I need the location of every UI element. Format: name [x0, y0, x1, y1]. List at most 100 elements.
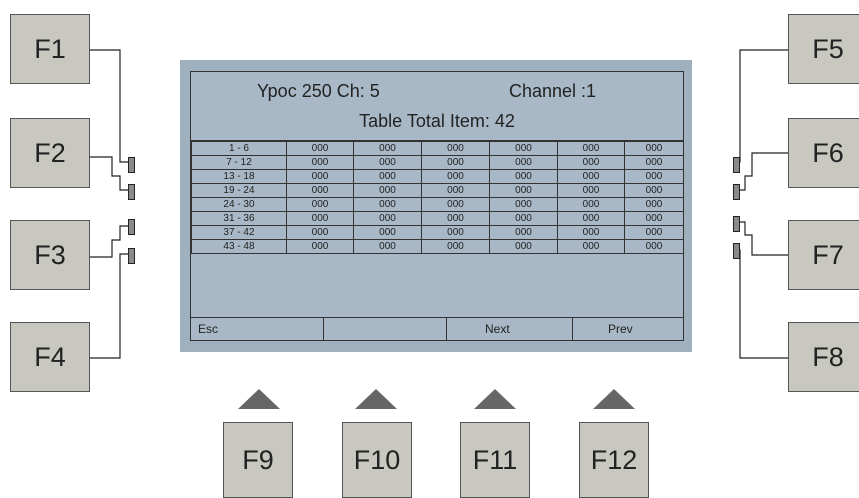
menu-prev[interactable]: Prev: [573, 318, 683, 340]
table-row: 1 - 6 000 000 000 000 000 000: [191, 140, 684, 156]
table-cell: 000: [624, 183, 684, 198]
channel-label: Channel :1: [509, 81, 597, 101]
connector-pin-f1: [128, 157, 135, 173]
connector-pin-f5: [733, 157, 740, 173]
wire-f8: [735, 249, 788, 359]
table-cell: 000: [286, 183, 354, 198]
lcd-screen-bezel: Ypoc 250 Ch: 5 Channel :1 Table Total It…: [180, 60, 692, 352]
table-cell: 000: [489, 239, 558, 254]
table-cell: 000: [421, 140, 490, 156]
table-cell: 000: [557, 169, 625, 184]
table-cell: 000: [421, 183, 490, 198]
menu-blank[interactable]: [324, 318, 447, 340]
table-cell: 000: [557, 225, 625, 240]
row-range-label: 31 - 36: [191, 211, 287, 226]
table-cell: 000: [421, 169, 490, 184]
table-cell: 000: [353, 211, 422, 226]
table-cell: 000: [489, 225, 558, 240]
table-cell: 000: [353, 197, 422, 212]
f1-key[interactable]: F1: [10, 14, 90, 84]
f2-key[interactable]: F2: [10, 118, 90, 188]
model-channel-label: Ypoc 250 Ch: 5: [257, 81, 380, 101]
table-cell: 000: [286, 169, 354, 184]
table-cell: 000: [624, 140, 684, 156]
f4-key[interactable]: F4: [10, 322, 90, 392]
table-cell: 000: [489, 155, 558, 170]
row-range-label: 7 - 12: [191, 155, 287, 170]
table-cell: 000: [557, 183, 625, 198]
table-cell: 000: [557, 140, 625, 156]
data-table: 1 - 6 000 000 000 000 000 000 7 - 12 000…: [191, 140, 684, 254]
f5-key[interactable]: F5: [788, 14, 859, 84]
table-cell: 000: [353, 140, 422, 156]
table-cell: 000: [489, 169, 558, 184]
f12-key[interactable]: F12: [579, 422, 649, 498]
table-cell: 000: [421, 211, 490, 226]
connector-pin-f8: [733, 243, 740, 259]
table-cell: 000: [286, 225, 354, 240]
table-cell: 000: [624, 239, 684, 254]
row-range-label: 37 - 42: [191, 225, 287, 240]
softkey-menu-bar: Esc Next Prev: [191, 317, 683, 340]
row-range-label: 1 - 6: [191, 140, 287, 156]
table-cell: 000: [286, 155, 354, 170]
table-cell: 000: [286, 211, 354, 226]
f3-key[interactable]: F3: [10, 220, 90, 290]
table-cell: 000: [489, 140, 558, 156]
menu-next[interactable]: Next: [447, 318, 573, 340]
row-range-label: 24 - 30: [191, 197, 287, 212]
table-cell: 000: [489, 197, 558, 212]
connector-pin-f3: [128, 219, 135, 235]
connector-pin-f2: [128, 184, 135, 200]
table-cell: 000: [624, 211, 684, 226]
up-arrow-icon-f12: [593, 389, 635, 409]
table-cell: 000: [421, 225, 490, 240]
f8-key[interactable]: F8: [788, 322, 859, 392]
table-cell: 000: [353, 225, 422, 240]
table-cell: 000: [421, 155, 490, 170]
table-cell: 000: [286, 140, 354, 156]
row-range-label: 43 - 48: [191, 239, 287, 254]
wire-f1: [90, 49, 130, 163]
f11-key[interactable]: F11: [460, 422, 530, 498]
table-row: 37 - 42 000 000 000 000 000 000: [191, 225, 684, 240]
connector-pin-f4: [128, 248, 135, 264]
table-cell: 000: [624, 155, 684, 170]
f9-key[interactable]: F9: [223, 422, 293, 498]
connector-pin-f6: [733, 184, 740, 200]
table-cell: 000: [557, 197, 625, 212]
wire-f5: [735, 49, 788, 163]
table-row: 31 - 36 000 000 000 000 000 000: [191, 211, 684, 226]
row-range-label: 13 - 18: [191, 169, 287, 184]
up-arrow-icon-f9: [238, 389, 280, 409]
up-arrow-icon-f10: [355, 389, 397, 409]
table-cell: 000: [353, 239, 422, 254]
table-cell: 000: [624, 197, 684, 212]
table-row: 7 - 12 000 000 000 000 000 000: [191, 155, 684, 170]
table-row: 19 - 24 000 000 000 000 000 000: [191, 183, 684, 198]
table-cell: 000: [624, 225, 684, 240]
screen-header: Ypoc 250 Ch: 5 Channel :1: [191, 81, 683, 103]
table-cell: 000: [489, 211, 558, 226]
table-row: 43 - 48 000 000 000 000 000 000: [191, 239, 684, 254]
table-cell: 000: [557, 211, 625, 226]
table-cell: 000: [353, 183, 422, 198]
menu-esc[interactable]: Esc: [191, 318, 324, 340]
f7-key[interactable]: F7: [788, 220, 859, 290]
wire-f7: [740, 221, 788, 256]
table-cell: 000: [557, 239, 625, 254]
up-arrow-icon-f11: [474, 389, 516, 409]
table-total-label: Table Total Item: 42: [359, 111, 515, 131]
wire-f4: [90, 253, 130, 359]
table-row: 24 - 30 000 000 000 000 000 000: [191, 197, 684, 212]
table-cell: 000: [421, 239, 490, 254]
table-cell: 000: [624, 169, 684, 184]
table-cell: 000: [353, 155, 422, 170]
table-row: 13 - 18 000 000 000 000 000 000: [191, 169, 684, 184]
f10-key[interactable]: F10: [342, 422, 412, 498]
wire-f6: [740, 152, 788, 191]
wire-f3: [90, 225, 130, 258]
row-range-label: 19 - 24: [191, 183, 287, 198]
connector-pin-f7: [733, 216, 740, 232]
f6-key[interactable]: F6: [788, 118, 859, 188]
